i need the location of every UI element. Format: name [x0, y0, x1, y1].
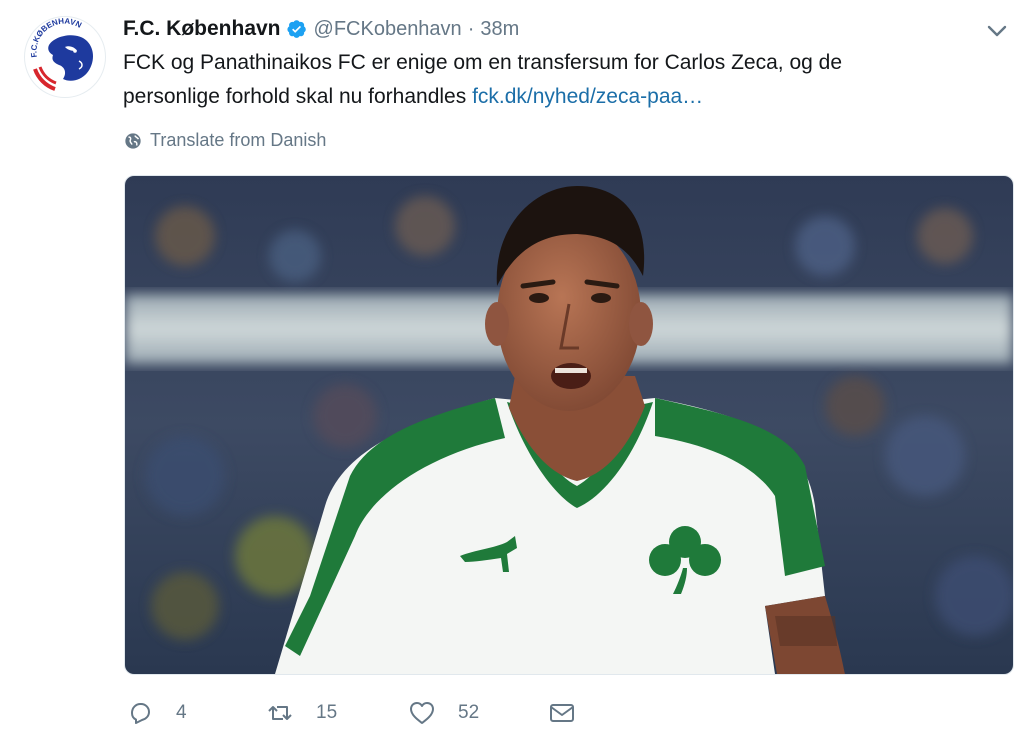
reply-button[interactable]: 4 — [126, 696, 187, 730]
user-handle[interactable]: @FCKobenhavn — [314, 18, 462, 41]
reply-icon — [131, 703, 150, 724]
like-button[interactable]: 52 — [408, 696, 479, 730]
separator-dot: · — [467, 17, 475, 40]
heart-icon — [410, 702, 434, 724]
avatar[interactable]: F.C.KØBENHAVN — [24, 16, 106, 98]
timestamp-link[interactable]: 38m — [480, 18, 519, 41]
tweet-card: F.C.KØBENHAVN F.C. København @FCKobenhav… — [0, 0, 1024, 737]
tweet-text: FCK og Panathinaikos FC er enige om en t… — [123, 46, 1003, 114]
translate-label: Translate from Danish — [150, 130, 327, 150]
tweet-text-line-2-text: personlige forhold skal nu forhandles — [123, 85, 473, 108]
verified-icon — [286, 19, 307, 39]
globe-icon — [125, 132, 141, 149]
tweet-text-line-2: personlige forhold skal nu forhandles fc… — [123, 80, 1003, 114]
reply-count: 4 — [176, 702, 187, 723]
envelope-icon — [550, 704, 574, 722]
translate-button[interactable]: Translate from Danish — [124, 130, 326, 151]
direct-message-button[interactable] — [548, 696, 576, 730]
tweet-link[interactable]: fck.dk/nyhed/zeca-paa… — [472, 85, 703, 108]
tweet-header: F.C. København @FCKobenhavn · 38m — [123, 14, 519, 44]
player-photo — [125, 176, 1013, 674]
retweet-icon — [268, 706, 292, 720]
retweet-count: 15 — [316, 702, 338, 723]
chevron-down-icon[interactable] — [984, 20, 1010, 42]
tweet-text-line-1: FCK og Panathinaikos FC er enige om en t… — [123, 51, 843, 74]
like-count: 52 — [458, 702, 480, 723]
tweet-actions: 4 15 52 — [124, 696, 724, 730]
display-name[interactable]: F.C. København — [123, 17, 281, 41]
tweet-media-photo[interactable] — [124, 175, 1014, 675]
retweet-button[interactable]: 15 — [266, 696, 337, 730]
club-logo: F.C.KØBENHAVN — [26, 17, 104, 96]
